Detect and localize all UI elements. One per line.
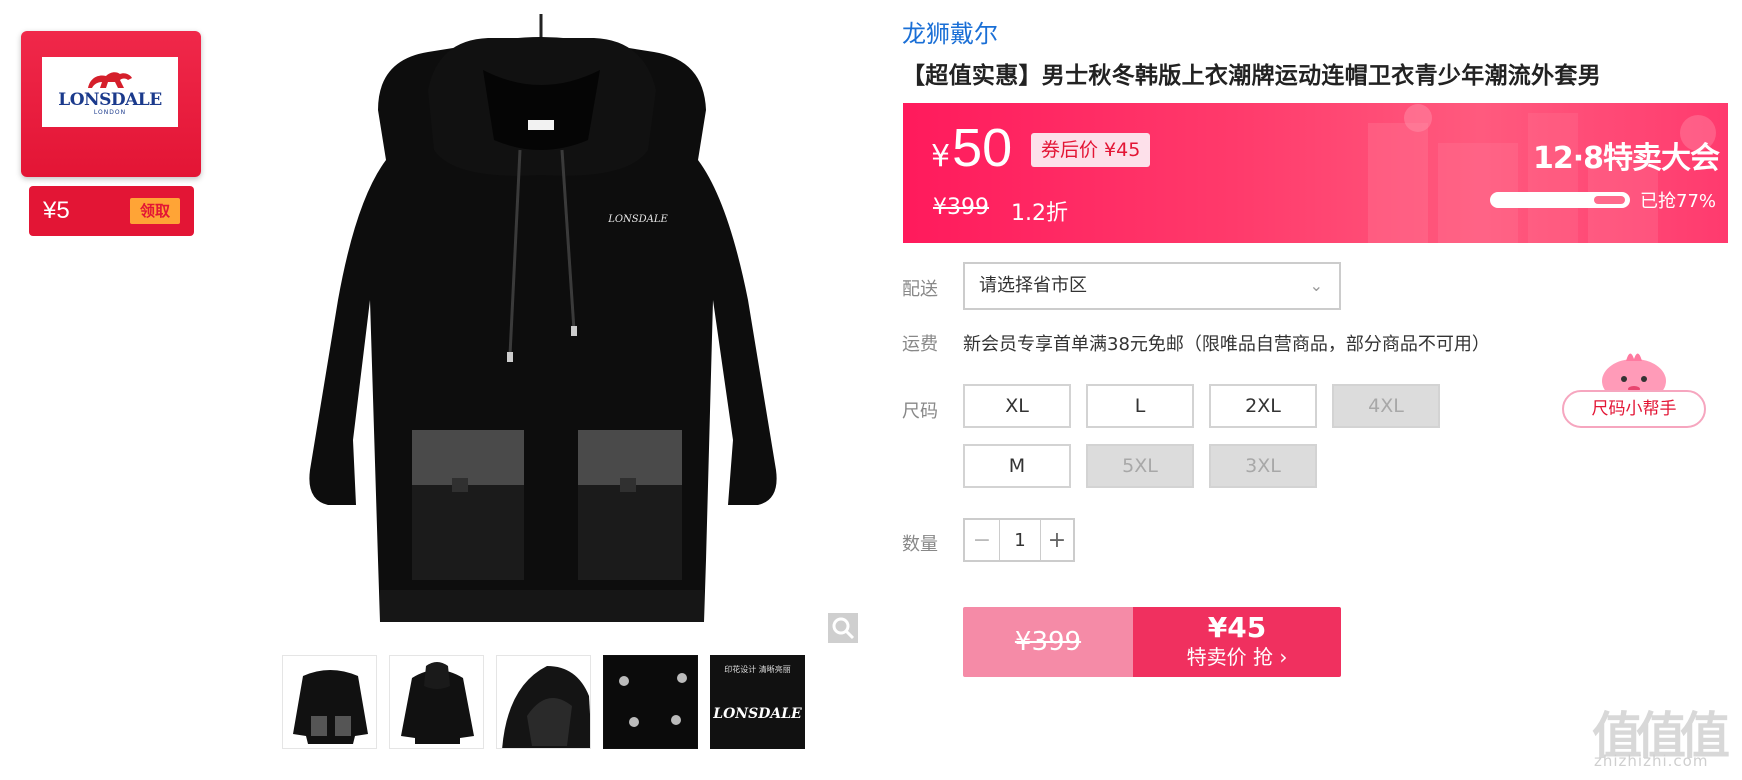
main-product-image[interactable]: LONSDALE LONSDALE	[228, 0, 860, 640]
brand-link[interactable]: 龙狮戴尔	[902, 14, 998, 49]
watermark-url: zhizhizhi.com	[1594, 752, 1709, 770]
discount-rate: 1.2折	[1011, 201, 1068, 226]
quantity-decrease-button[interactable]: −	[965, 520, 999, 560]
quantity-increase-button[interactable]: +	[1041, 520, 1073, 560]
buy-price: ¥45	[1207, 611, 1267, 644]
zoom-icon[interactable]	[828, 613, 858, 643]
logo-subtext: LONDON	[93, 108, 127, 116]
size-option-2xl[interactable]: 2XL	[1209, 384, 1317, 428]
quantity-stepper: − 1 +	[963, 518, 1075, 562]
coupon-divider	[31, 183, 191, 184]
size-option-m[interactable]: M	[963, 444, 1071, 488]
current-price-value: 50	[952, 118, 1013, 178]
region-select[interactable]: 请选择省市区 ⌄	[963, 262, 1341, 310]
size-helper[interactable]: 尺码小帮手	[1560, 345, 1708, 430]
store-coupon[interactable]: ¥5 领取	[29, 186, 194, 236]
currency-symbol: ¥	[931, 139, 951, 174]
thumbnail-script-text: LONSDALE	[713, 706, 802, 722]
thumbnail-print-detail[interactable]: 印花设计 清晰亮丽 LONSDALE	[710, 655, 805, 749]
buy-action-label: 特卖价 抢 ›	[1186, 645, 1288, 669]
logo-wordmark: LONSDALE	[58, 89, 162, 110]
after-coupon-price: 券后价 ¥45	[1031, 133, 1151, 167]
buy-button[interactable]: ¥399 ¥45 特卖价 抢 ›	[963, 607, 1341, 677]
price-banner: ¥ 50 券后价 ¥45 ¥399 1.2折 12·8特卖大会 已抢77%	[903, 103, 1728, 243]
shipping-label: 运费	[902, 334, 938, 355]
sold-progress-remaining	[1593, 196, 1625, 204]
product-title: 【超值实惠】男士秋冬韩版上衣潮牌运动连帽卫衣青少年潮流外套男	[902, 63, 1601, 89]
site-watermark: 值值值 zhizhizhi.com	[1592, 696, 1742, 780]
quantity-value[interactable]: 1	[999, 520, 1041, 560]
thumbnail-fabric-detail[interactable]	[603, 655, 698, 749]
thumbnail-back[interactable]	[389, 655, 484, 749]
delivery-label: 配送	[902, 279, 938, 300]
size-label: 尺码	[902, 401, 938, 422]
chevron-down-icon: ⌄	[1309, 276, 1323, 295]
buy-original-price: ¥399	[963, 607, 1133, 677]
brand-store-card[interactable]: LONSDALE LONDON	[21, 31, 201, 184]
size-option-3xl: 3XL	[1209, 444, 1317, 488]
claim-coupon-button[interactable]: 领取	[130, 198, 180, 224]
size-option-l[interactable]: L	[1086, 384, 1194, 428]
quantity-label: 数量	[902, 534, 938, 555]
original-price: ¥399	[933, 195, 989, 220]
size-option-4xl: 4XL	[1332, 384, 1440, 428]
region-select-value: 请选择省市区	[979, 275, 1087, 296]
thumbnail-strip: 印花设计 清晰亮丽 LONSDALE	[282, 655, 805, 749]
shipping-info: 新会员专享首单满38元免邮（限唯品自营商品，部分商品不可用）	[963, 334, 1490, 355]
size-helper-button[interactable]: 尺码小帮手	[1562, 390, 1706, 428]
sold-progress-label: 已抢77%	[1640, 191, 1717, 212]
size-option-xl[interactable]: XL	[963, 384, 1071, 428]
current-price: ¥ 50	[931, 117, 1012, 179]
thumbnail-hood-detail[interactable]	[496, 655, 591, 749]
size-option-5xl: 5XL	[1086, 444, 1194, 488]
buy-now[interactable]: ¥45 特卖价 抢 ›	[1133, 607, 1341, 677]
chest-print: LONSDALE	[607, 214, 668, 225]
lonsdale-logo: LONSDALE LONDON	[42, 57, 178, 127]
thumbnail-front[interactable]	[282, 655, 377, 749]
thumbnail-caption: 印花设计 清晰亮丽	[724, 665, 791, 674]
event-title: 12·8特卖大会	[1533, 141, 1720, 176]
coupon-amount: ¥5	[43, 197, 70, 224]
sold-progress-bar	[1490, 192, 1630, 208]
